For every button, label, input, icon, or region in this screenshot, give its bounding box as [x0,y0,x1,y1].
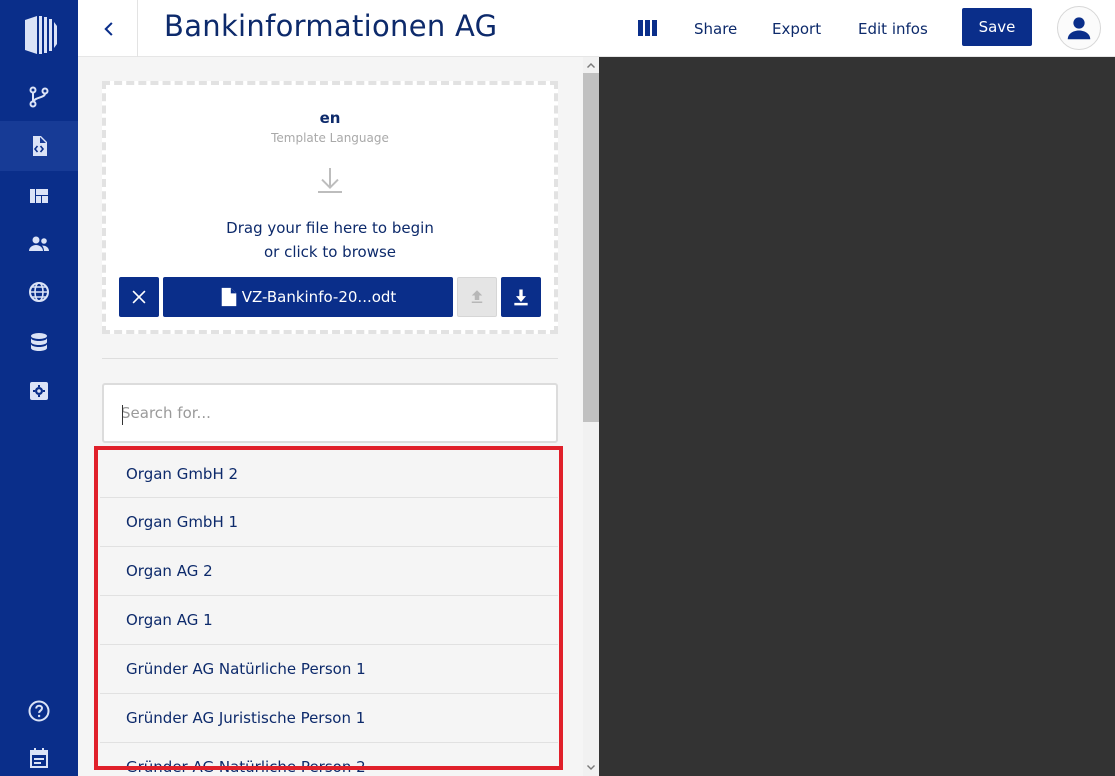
file-icon [221,287,236,307]
placeholder-list: Organ GmbH 2 Organ GmbH 1 Organ AG 2 Org… [100,449,558,776]
list-item[interactable]: Gründer AG Natürliche Person 1 [100,645,558,694]
text-cursor [122,405,123,425]
close-icon [132,290,146,304]
divider [102,358,558,359]
person-icon [1067,17,1091,40]
list-item[interactable]: Organ GmbH 1 [100,498,558,547]
scroll-down-arrow[interactable] [583,760,599,776]
list-item[interactable]: Gründer AG Juristische Person 1 [100,694,558,743]
page-title: Bankinformationen AG [164,9,498,43]
list-item[interactable]: Gründer AG Natürliche Person 2 [100,743,558,776]
calendar-button[interactable] [0,733,78,776]
user-avatar-button[interactable] [1057,6,1101,50]
sidebar-item-data[interactable] [0,318,78,368]
top-bar: Bankinformationen AG Share Export Edit i… [78,0,1115,57]
back-button[interactable] [78,0,138,57]
chevron-left-icon [103,21,113,36]
download-arrow-icon [315,165,345,195]
file-name-button[interactable]: VZ-Bankinfo-20...odt [163,277,453,317]
export-button[interactable]: Export [772,0,821,57]
list-item[interactable]: Organ AG 1 [100,596,558,645]
database-icon [31,333,47,351]
view-columns-icon [638,20,657,36]
dashboard-icon [30,189,48,203]
chevron-up-icon [587,63,595,68]
download-button[interactable] [501,277,541,317]
help-button[interactable] [0,686,78,736]
chevron-down-icon [587,765,595,770]
dropzone-text-line2: or click to browse [263,243,397,261]
app-logo[interactable] [19,14,59,56]
sidebar-item-branches[interactable] [0,72,78,122]
sidebar [0,0,78,776]
file-dropzone[interactable]: en Template Language Drag your file here… [102,81,558,334]
download-icon [514,289,528,306]
globe-icon [29,282,49,302]
template-language-value: en [319,109,341,127]
template-panel: en Template Language Drag your file here… [78,57,583,776]
list-item[interactable]: Organ GmbH 2 [100,449,558,498]
file-name: VZ-Bankinfo-20...odt [241,288,397,306]
help-icon [28,700,50,722]
save-button[interactable]: Save [962,8,1032,46]
sidebar-item-settings[interactable] [0,366,78,416]
settings-icon [30,382,48,400]
share-button[interactable]: Share [694,0,737,57]
editor-area[interactable] [599,57,1115,776]
edit-infos-button[interactable]: Edit infos [858,0,928,57]
upload-button[interactable] [457,277,497,317]
search-box[interactable] [102,383,558,443]
branch-icon [29,86,49,108]
sidebar-item-languages[interactable] [0,267,78,317]
search-input[interactable] [104,385,556,441]
panel-scrollbar[interactable] [583,57,599,776]
sidebar-item-templates[interactable] [0,121,78,171]
remove-file-button[interactable] [119,277,159,317]
scroll-up-arrow[interactable] [583,57,599,73]
view-columns-button[interactable] [638,19,657,37]
sidebar-item-dashboard[interactable] [0,171,78,221]
code-file-icon [33,136,47,156]
template-language-label: Template Language [271,131,389,145]
dropzone-text-line1: Drag your file here to begin [226,219,434,237]
list-item[interactable]: Organ AG 2 [100,547,558,596]
dropzone-instructions: Drag your file here to begin or click to… [106,216,554,264]
calendar-icon [30,748,48,768]
sidebar-item-people[interactable] [0,219,78,269]
upload-icon [471,290,483,303]
scrollbar-thumb[interactable] [583,73,599,422]
people-icon [29,236,49,251]
